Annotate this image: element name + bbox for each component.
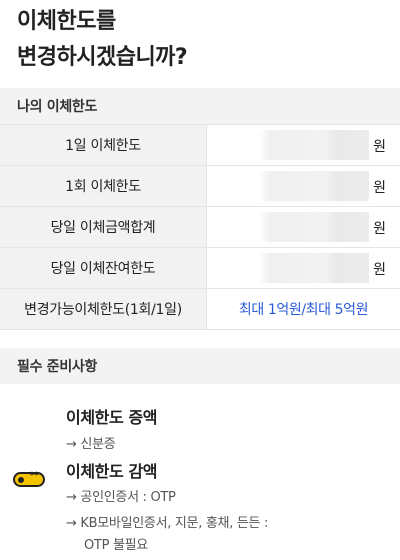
page-title: 이체한도를 변경하시겠습니까? xyxy=(17,4,387,76)
requirements-header: 필수 준비사항 xyxy=(0,348,400,384)
daily-limit-label: 1일 이체한도 xyxy=(0,124,207,166)
unit-label: 원 xyxy=(373,180,386,196)
table-row: 당일 이체금액합계 원 xyxy=(0,206,400,248)
increase-item: → 신분증 xyxy=(66,437,116,452)
today-remaining-label: 당일 이체잔여한도 xyxy=(0,247,207,289)
table-row: 1일 이체한도 원 xyxy=(0,124,400,166)
today-total-value: 원 xyxy=(206,206,400,248)
my-limits-title: 나의 이체한도 xyxy=(17,99,98,115)
decrease-item: → KB모바일인증서, 지문, 홍채, 든든 : xyxy=(66,516,269,531)
decrease-item: → 공인인증서 : OTP xyxy=(66,490,176,505)
decrease-item: OTP 불필요 xyxy=(84,538,148,553)
unit-label: 원 xyxy=(373,262,386,278)
per-transfer-limit-label: 1회 이체한도 xyxy=(0,165,207,207)
changeable-limit-label: 변경가능이체한도(1회/1일) xyxy=(0,288,207,330)
per-transfer-limit-value: 원 xyxy=(206,165,400,207)
page-title-line2: 변경하시겠습니까? xyxy=(17,45,188,70)
masked-amount xyxy=(259,171,369,201)
otp-card-icon-text: ** xyxy=(29,471,39,481)
limits-table: 1일 이체한도 원 1회 이체한도 원 당일 이체금액합계 원 당일 이체잔여한… xyxy=(0,124,400,330)
table-row: 1회 이체한도 원 xyxy=(0,165,400,207)
requirements-title: 필수 준비사항 xyxy=(17,359,98,375)
today-remaining-value: 원 xyxy=(206,247,400,289)
unit-label: 원 xyxy=(373,221,386,237)
today-total-label: 당일 이체금액합계 xyxy=(0,206,207,248)
table-row: 변경가능이체한도(1회/1일) 최대 1억원/최대 5억원 xyxy=(0,288,400,330)
unit-label: 원 xyxy=(373,139,386,155)
daily-limit-value: 원 xyxy=(206,124,400,166)
decrease-title: 이체한도 감액 xyxy=(66,462,158,481)
increase-title: 이체한도 증액 xyxy=(66,408,158,427)
requirements-list: ** 이체한도 증액 → 신분증 이체한도 감액 → 공인인증서 : OTP →… xyxy=(0,392,400,560)
page-title-line1: 이체한도를 xyxy=(17,9,116,34)
changeable-limit-value: 최대 1억원/최대 5억원 xyxy=(206,288,400,330)
masked-amount xyxy=(259,130,369,160)
otp-card-icon: ** xyxy=(13,471,45,487)
my-limits-header: 나의 이체한도 xyxy=(0,88,400,124)
masked-amount xyxy=(259,212,369,242)
table-row: 당일 이체잔여한도 원 xyxy=(0,247,400,289)
masked-amount xyxy=(259,253,369,283)
